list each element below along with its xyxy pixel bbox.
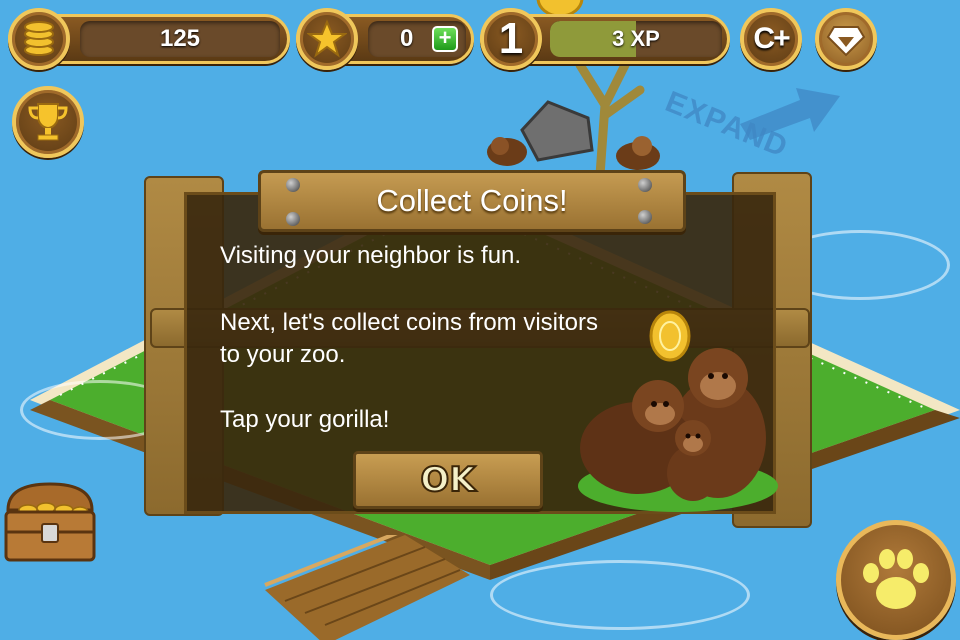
paw-icon [863, 549, 929, 609]
coins-badge [8, 8, 70, 70]
dialog-title-plank: Collect Coins! [258, 170, 686, 232]
dialog-title: Collect Coins! [376, 183, 568, 218]
premium-currency-button[interactable]: C+ [740, 8, 802, 70]
bolt-icon [638, 210, 652, 224]
gorilla-illustration [578, 310, 778, 512]
dialog-message-line: Next, let's collect coins from visitors … [220, 309, 599, 368]
plus-icon: + [438, 25, 452, 50]
coin-stack-icon [24, 21, 54, 56]
premium-currency-label: C+ [753, 22, 790, 55]
gift-button[interactable] [815, 8, 877, 70]
star-icon [307, 19, 347, 58]
add-stars-button[interactable]: + [432, 26, 458, 52]
dialog-message-line: Visiting your neighbor is fun. [220, 242, 522, 269]
wooden-boardwalk [264, 535, 470, 640]
xp-bar: 3 XP [550, 21, 722, 57]
bison-animal[interactable] [484, 128, 530, 168]
bolt-icon [638, 178, 652, 192]
tutorial-dialog: Collect Coins! Visiting your neighbor is… [140, 168, 812, 530]
gem-icon [826, 26, 866, 57]
bison-animal[interactable] [612, 132, 664, 172]
ok-button-label: OK [419, 459, 476, 501]
xp-value: 3 XP [612, 26, 660, 51]
coins-value: 125 [80, 21, 280, 57]
level-number: 1 [498, 14, 524, 63]
trophy-icon [28, 103, 68, 141]
dialog-message-line: Tap your gorilla! [220, 406, 390, 433]
stars-badge [296, 8, 358, 70]
bolt-icon [286, 178, 300, 192]
stars-number: 0 [400, 25, 414, 52]
bolt-icon [286, 212, 300, 226]
level-badge: 1 [480, 8, 542, 70]
water-ripple [490, 560, 750, 630]
achievements-button[interactable] [12, 86, 84, 158]
gold-coin-icon [649, 310, 691, 362]
animal-menu-button[interactable] [836, 520, 956, 640]
ok-button[interactable]: OK [353, 451, 543, 509]
treasure-chest-icon[interactable] [0, 470, 100, 565]
